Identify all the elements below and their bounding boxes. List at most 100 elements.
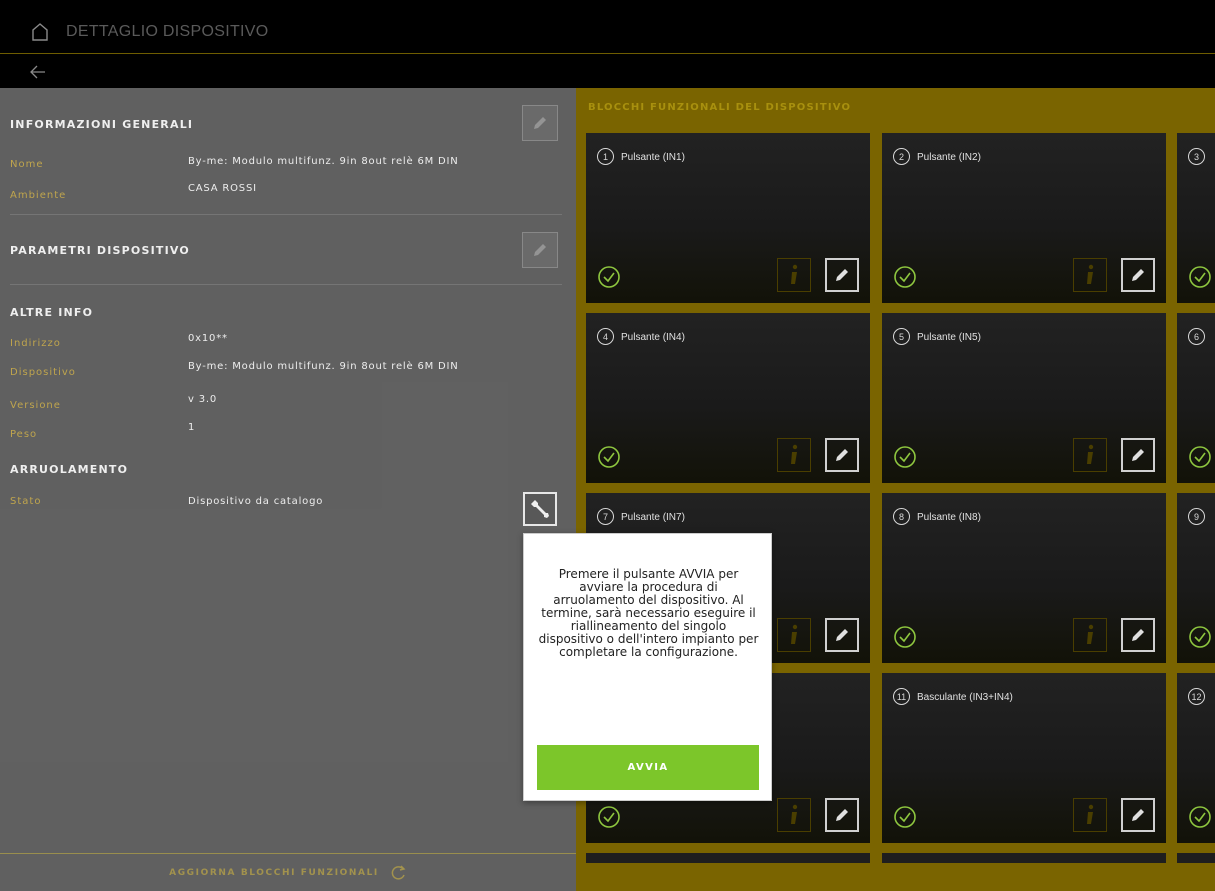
divider — [10, 284, 562, 285]
enroll-title: ARRUOLAMENTO — [10, 463, 129, 476]
check-circle-icon — [894, 266, 916, 288]
enroll-wrench-button[interactable] — [523, 492, 557, 526]
pencil-icon — [836, 269, 848, 281]
function-block-card[interactable]: 8 Pulsante (IN8) — [882, 493, 1166, 663]
check-circle-icon — [1189, 626, 1211, 648]
device-info-panel: INFORMAZIONI GENERALI Nome By-me: Modulo… — [0, 88, 576, 891]
function-block-card[interactable]: 11 Basculante (IN3+IN4) — [882, 673, 1166, 843]
block-label: Pulsante (IN2) — [917, 152, 981, 163]
refresh-icon — [391, 864, 406, 880]
function-block-card[interactable]: 6 — [1177, 313, 1215, 483]
info-button[interactable] — [1073, 618, 1107, 652]
function-block-card[interactable]: 9 — [1177, 493, 1215, 663]
check-circle-icon — [894, 446, 916, 468]
back-arrow-icon[interactable] — [28, 62, 48, 82]
function-block-card[interactable]: 12 — [1177, 673, 1215, 843]
divider — [10, 214, 562, 215]
pencil-icon — [1132, 449, 1144, 461]
edit-button[interactable] — [825, 438, 859, 472]
pencil-icon — [836, 809, 848, 821]
block-number: 6 — [1188, 328, 1205, 345]
device-label: Dispositivo — [10, 367, 76, 378]
room-label: Ambiente — [10, 190, 67, 201]
function-block-card[interactable] — [586, 853, 870, 863]
function-block-card[interactable]: 1 Pulsante (IN1) — [586, 133, 870, 303]
version-value: v 3.0 — [188, 394, 217, 405]
block-label: Pulsante (IN1) — [621, 152, 685, 163]
edit-button[interactable] — [825, 798, 859, 832]
check-circle-icon — [1189, 806, 1211, 828]
edit-button[interactable] — [1121, 618, 1155, 652]
home-icon[interactable] — [30, 22, 50, 42]
info-icon — [1087, 624, 1094, 644]
check-circle-icon — [598, 446, 620, 468]
block-number: 8 — [893, 508, 910, 525]
other-info-title: ALTRE INFO — [10, 306, 94, 319]
back-bar — [0, 55, 1215, 88]
wrench-icon — [531, 500, 549, 518]
info-button[interactable] — [777, 798, 811, 832]
refresh-blocks-button[interactable]: AGGIORNA BLOCCHI FUNZIONALI — [0, 853, 576, 891]
block-number: 2 — [893, 148, 910, 165]
address-value: 0x10** — [188, 333, 228, 344]
pencil-icon — [1132, 269, 1144, 281]
block-number: 3 — [1188, 148, 1205, 165]
info-button[interactable] — [777, 258, 811, 292]
address-label: Indirizzo — [10, 338, 61, 349]
edit-general-button[interactable] — [522, 105, 558, 141]
page-title: DETTAGLIO DISPOSITIVO — [66, 22, 269, 40]
edit-button[interactable] — [825, 258, 859, 292]
pencil-icon — [1132, 809, 1144, 821]
info-button[interactable] — [1073, 258, 1107, 292]
block-number: 12 — [1188, 688, 1205, 705]
check-circle-icon — [894, 806, 916, 828]
device-params-title: PARAMETRI DISPOSITIVO — [10, 244, 190, 257]
weight-value: 1 — [188, 422, 196, 433]
top-bar: DETTAGLIO DISPOSITIVO — [0, 10, 1215, 54]
info-button[interactable] — [1073, 438, 1107, 472]
edit-button[interactable] — [1121, 438, 1155, 472]
status-label: Stato — [10, 496, 42, 507]
block-number: 9 — [1188, 508, 1205, 525]
edit-button[interactable] — [1121, 798, 1155, 832]
info-icon — [791, 804, 798, 824]
edit-params-button[interactable] — [522, 232, 558, 268]
info-icon — [1087, 264, 1094, 284]
refresh-blocks-label: AGGIORNA BLOCCHI FUNZIONALI — [169, 867, 379, 878]
info-icon — [791, 444, 798, 464]
status-value: Dispositivo da catalogo — [188, 496, 324, 507]
function-block-card[interactable]: 5 Pulsante (IN5) — [882, 313, 1166, 483]
name-label: Nome — [10, 159, 44, 170]
block-number: 11 — [893, 688, 910, 705]
start-button[interactable]: AVVIA — [537, 745, 759, 790]
enroll-dialog: Premere il pulsante AVVIA per avviare la… — [523, 533, 772, 801]
info-button[interactable] — [777, 438, 811, 472]
block-label: Pulsante (IN7) — [621, 512, 685, 523]
pencil-icon — [534, 117, 546, 129]
check-circle-icon — [894, 626, 916, 648]
info-button[interactable] — [1073, 798, 1107, 832]
pencil-icon — [534, 244, 546, 256]
function-block-card[interactable]: 3 — [1177, 133, 1215, 303]
device-value: By-me: Modulo multifunz. 9in 8out relè 6… — [188, 361, 459, 372]
general-info-title: INFORMAZIONI GENERALI — [10, 118, 194, 131]
function-block-card[interactable]: 2 Pulsante (IN2) — [882, 133, 1166, 303]
block-label: Pulsante (IN8) — [917, 512, 981, 523]
info-icon — [1087, 444, 1094, 464]
function-blocks-title: BLOCCHI FUNZIONALI DEL DISPOSITIVO — [588, 102, 852, 113]
edit-button[interactable] — [1121, 258, 1155, 292]
function-block-card[interactable]: 4 Pulsante (IN4) — [586, 313, 870, 483]
check-circle-icon — [598, 266, 620, 288]
info-button[interactable] — [777, 618, 811, 652]
block-number: 7 — [597, 508, 614, 525]
function-block-card[interactable] — [1177, 853, 1215, 863]
block-number: 4 — [597, 328, 614, 345]
function-block-card[interactable] — [882, 853, 1166, 863]
pencil-icon — [1132, 629, 1144, 641]
pencil-icon — [836, 629, 848, 641]
check-circle-icon — [1189, 446, 1211, 468]
edit-button[interactable] — [825, 618, 859, 652]
version-label: Versione — [10, 400, 61, 411]
block-label: Basculante (IN3+IN4) — [917, 692, 1013, 703]
block-number: 5 — [893, 328, 910, 345]
